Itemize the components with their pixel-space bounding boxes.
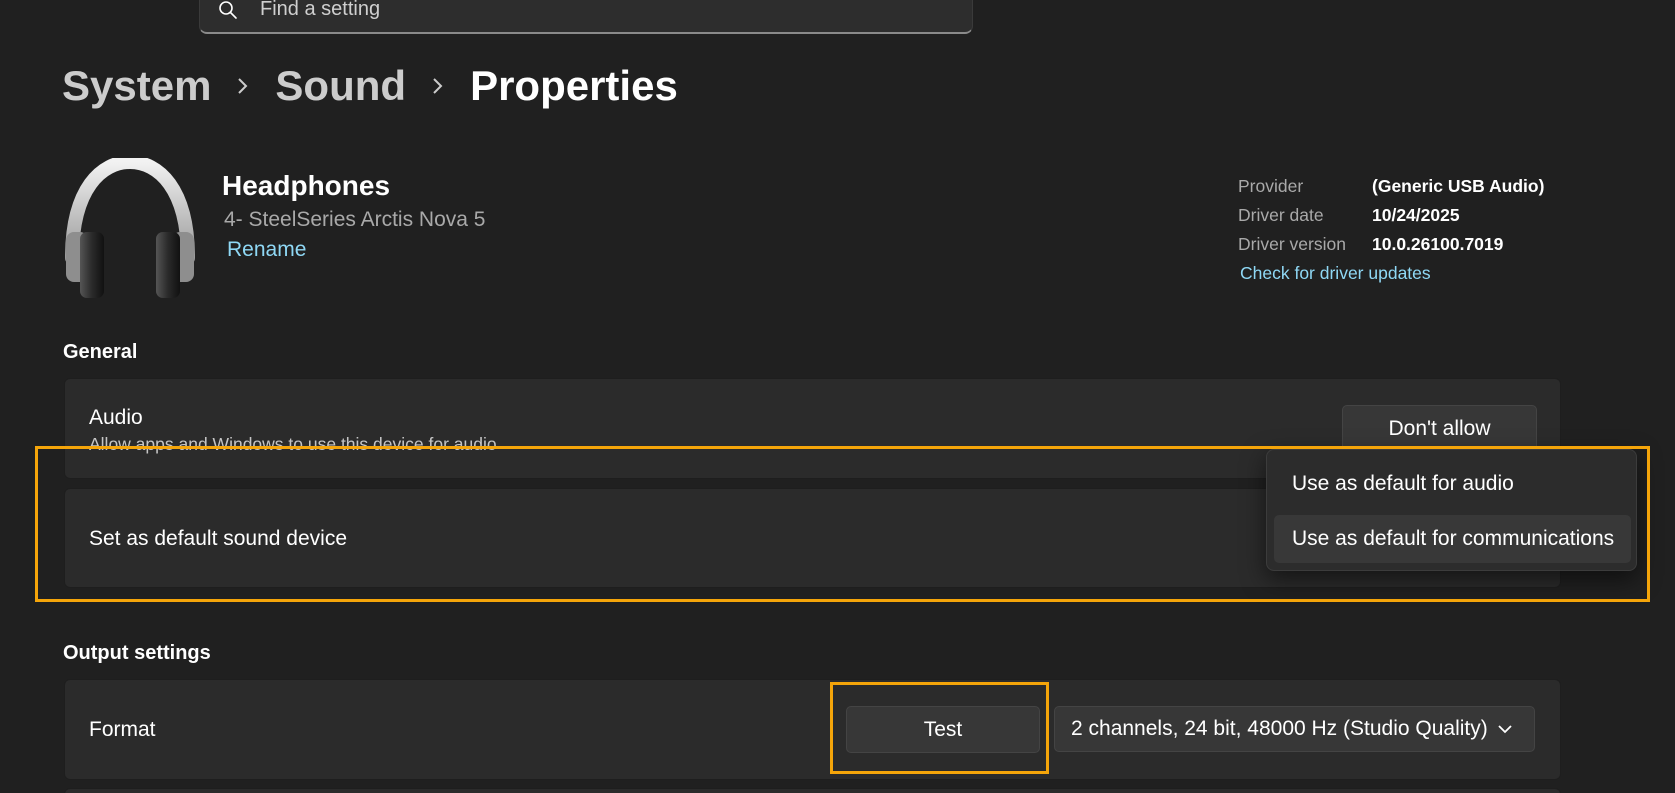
driver-date-value: 10/24/2025 [1372, 205, 1460, 225]
format-dropdown[interactable]: 2 channels, 24 bit, 48000 Hz (Studio Qua… [1054, 706, 1535, 752]
next-card [64, 788, 1561, 793]
driver-date-label: Driver date [1238, 205, 1324, 225]
settings-window: Find a setting System Sound Properties H… [0, 0, 1675, 793]
driver-version-label: Driver version [1238, 234, 1346, 254]
headphones-icon [62, 154, 198, 300]
driver-info: Provider (Generic USB Audio) Driver date… [1238, 172, 1544, 259]
breadcrumb-system[interactable]: System [62, 62, 211, 110]
device-model: 4- SteelSeries Arctis Nova 5 [224, 208, 486, 231]
device-name: Headphones [222, 170, 391, 201]
dont-allow-button[interactable]: Don't allow [1342, 405, 1537, 453]
default-device-label: Set as default sound device [89, 527, 348, 550]
breadcrumb-sound[interactable]: Sound [275, 62, 406, 110]
search-placeholder: Find a setting [260, 0, 381, 20]
driver-info-row: Driver date 10/24/2025 [1238, 201, 1544, 230]
chevron-down-icon [1496, 720, 1514, 738]
audio-label: Audio [89, 406, 143, 429]
chevron-right-icon [211, 66, 275, 106]
menu-item-default-communications[interactable]: Use as default for communications [1274, 515, 1631, 563]
output-section-title: Output settings [63, 642, 211, 664]
driver-info-row: Driver version 10.0.26100.7019 [1238, 230, 1544, 259]
rename-link[interactable]: Rename [227, 238, 306, 262]
provider-value: (Generic USB Audio) [1372, 176, 1545, 196]
menu-item-default-audio[interactable]: Use as default for audio [1274, 460, 1631, 508]
check-driver-updates-link[interactable]: Check for driver updates [1240, 263, 1431, 284]
search-icon [218, 0, 238, 20]
general-section-title: General [63, 341, 138, 363]
breadcrumb-properties: Properties [470, 62, 678, 109]
provider-label: Provider [1238, 176, 1304, 196]
breadcrumb: System Sound Properties [62, 58, 678, 114]
search-box[interactable]: Find a setting [199, 0, 973, 34]
default-device-menu: Use as default for audio Use as default … [1266, 449, 1637, 571]
audio-description: Allow apps and Windows to use this devic… [89, 434, 497, 454]
chevron-right-icon [406, 66, 470, 106]
format-label: Format [89, 718, 156, 741]
driver-info-row: Provider (Generic USB Audio) [1238, 172, 1544, 201]
format-selected: 2 channels, 24 bit, 48000 Hz (Studio Qua… [1071, 717, 1488, 740]
driver-version-value: 10.0.26100.7019 [1372, 234, 1504, 254]
test-button[interactable]: Test [846, 706, 1040, 753]
